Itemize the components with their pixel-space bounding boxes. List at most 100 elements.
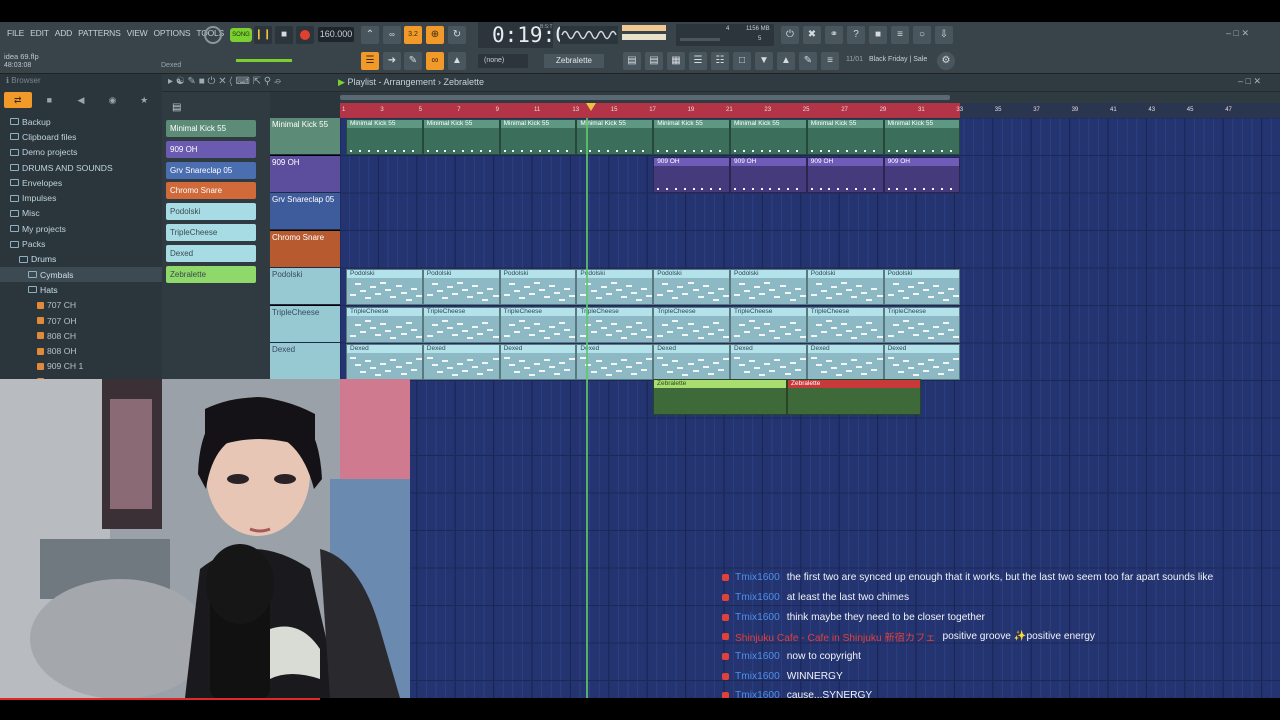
browser-item[interactable]: Impulses [0, 190, 162, 205]
hint-text[interactable]: Black Friday | Sale [869, 56, 927, 63]
channel-button[interactable]: Zebralette [166, 265, 256, 283]
pattern-clip[interactable]: Minimal Kick 55 [653, 119, 730, 155]
channel-button[interactable]: Podolski [166, 203, 256, 221]
pattern-clip[interactable]: Podolski [499, 269, 577, 305]
menu-item-patterns[interactable]: PATTERNS [75, 28, 123, 38]
browser-tab-project-icon[interactable]: ■ [36, 92, 64, 108]
news-icon[interactable]: ⚙ [937, 52, 955, 70]
pattern-clip[interactable]: Dexed [653, 344, 730, 380]
pattern-clip-zebralette[interactable]: Zebralette [787, 378, 921, 415]
menu-item-add[interactable]: ADD [52, 28, 75, 38]
blend-notes-button[interactable]: ⊕ [426, 26, 444, 44]
channel-button[interactable]: Chromo Snare [166, 182, 256, 200]
tools-button[interactable]: ✖ [803, 26, 821, 44]
pattern-none-select[interactable]: (none) [478, 54, 528, 68]
play-button[interactable]: ❙❙ [254, 26, 272, 44]
pattern-clip[interactable]: TripleCheese [346, 306, 423, 343]
pattern-clip[interactable]: Minimal Kick 55 [806, 119, 884, 155]
pattern-select[interactable]: Zebralette [544, 54, 604, 68]
playlist-icon[interactable]: ▤ [623, 52, 641, 70]
channel-button[interactable]: Dexed [166, 244, 256, 262]
browser-tab-favorites-icon[interactable]: ★ [130, 92, 158, 108]
playhead-marker[interactable] [586, 103, 596, 111]
browser-item[interactable]: Envelopes [0, 175, 162, 190]
download-icon[interactable]: ⇩ [935, 26, 953, 44]
browser-item[interactable]: 707 CH [0, 298, 162, 313]
track-header[interactable]: Podolski [270, 268, 340, 305]
link-icon[interactable]: ∞ [426, 52, 444, 70]
pattern-clip[interactable]: 909 OH [806, 156, 884, 193]
browser-item[interactable]: Demo projects [0, 145, 162, 160]
metronome-button[interactable]: ⌃ [361, 26, 379, 44]
pattern-clip[interactable]: TripleCheese [730, 306, 807, 343]
browser-item[interactable]: Misc [0, 206, 162, 221]
timeline-ruler[interactable]: 1 3 5 7 9 11 13 15 17 19 21 23 25 27 29 31 33 35 37 39 41 43 4… [340, 103, 1280, 118]
menu-item-edit[interactable]: EDIT [27, 28, 52, 38]
browser-item[interactable]: 909 CH 1 [0, 359, 162, 374]
song-mode-toggle[interactable]: SONG [230, 28, 252, 42]
mixer-view-icon[interactable]: ☰ [689, 52, 707, 70]
help-icon[interactable]: ? [847, 26, 865, 44]
pattern-clip[interactable]: TripleCheese [883, 306, 961, 343]
master-pitch-slider[interactable] [236, 59, 292, 62]
browser-item[interactable]: Backup [0, 114, 162, 129]
browser-item[interactable]: 707 OH [0, 313, 162, 328]
pattern-clip[interactable]: TripleCheese [806, 306, 884, 343]
playlist-window-controls[interactable]: – □ ✕ [1238, 76, 1261, 87]
save-icon[interactable]: ■ [869, 26, 887, 44]
pattern-clip[interactable]: TripleCheese [499, 306, 577, 343]
pattern-clip[interactable]: Minimal Kick 55 [346, 119, 423, 155]
pencil-icon[interactable]: ✎ [404, 52, 422, 70]
browser-item[interactable]: Clipboard files [0, 129, 162, 144]
playlist-tools[interactable]: ▸ ☯ ✎ ■ ⏻ ✕ 〈 ⌨ ⇱ ⚲ ⌮ [168, 76, 281, 87]
plugin-picker-icon[interactable]: □ [733, 52, 751, 70]
pattern-clip[interactable]: 909 OH [883, 156, 961, 193]
menu-item-file[interactable]: FILE [4, 28, 27, 38]
track-header[interactable]: Dexed [270, 343, 340, 380]
browser-item[interactable]: Packs [0, 236, 162, 251]
pattern-clip[interactable]: Dexed [883, 344, 961, 380]
pattern-clip[interactable]: Dexed [730, 344, 807, 380]
browser-view-icon[interactable]: ☷ [711, 52, 729, 70]
stamp-icon[interactable]: ▲ [448, 52, 466, 70]
pattern-clip[interactable]: Podolski [653, 269, 730, 305]
piano-icon[interactable]: ▤ [172, 102, 181, 113]
browser-item[interactable]: DRUMS AND SOUNDS [0, 160, 162, 175]
loop-record-button[interactable]: ↻ [448, 26, 466, 44]
wait-for-input-button[interactable]: ∞ [383, 26, 401, 44]
horizontal-scroll[interactable] [340, 92, 1280, 103]
mixer-icon[interactable]: ≡ [891, 26, 909, 44]
step-edit-button[interactable]: ➜ [383, 52, 401, 70]
pattern-clip[interactable]: Podolski [806, 269, 884, 305]
online-button[interactable]: ⏻ [781, 26, 799, 44]
pattern-clip[interactable]: Minimal Kick 55 [499, 119, 577, 155]
browser-item[interactable]: My projects [0, 221, 162, 236]
pattern-clip[interactable]: 909 OH [730, 156, 807, 193]
pattern-clip[interactable]: Dexed [499, 344, 577, 380]
pattern-clip[interactable]: Minimal Kick 55 [730, 119, 807, 155]
mic-icon[interactable]: ⚭ [825, 26, 843, 44]
plugin-db-icon[interactable]: ▼ [755, 52, 773, 70]
pattern-clip[interactable]: Dexed [346, 344, 423, 380]
pattern-clip[interactable]: 909 OH [653, 156, 730, 193]
pattern-clip[interactable]: Podolski [422, 269, 500, 305]
browser-tab-speaker-icon[interactable]: ◀ [67, 92, 95, 108]
pattern-clip[interactable]: Dexed [422, 344, 500, 380]
pattern-clip[interactable]: TripleCheese [653, 306, 730, 343]
browser-item[interactable]: 808 CH [0, 328, 162, 343]
touch-keyboard-icon[interactable]: ▲ [777, 52, 795, 70]
record-button[interactable] [296, 26, 314, 44]
pattern-clip[interactable]: Dexed [806, 344, 884, 380]
tempo-display[interactable]: 160.000 [318, 27, 354, 42]
pattern-clip[interactable]: TripleCheese [422, 306, 500, 343]
channel-button[interactable]: TripleCheese [166, 224, 256, 241]
browser-item[interactable]: Drums [0, 252, 162, 267]
track-header[interactable]: TripleCheese [270, 305, 340, 343]
snap-mode-button[interactable]: ☰ [361, 52, 379, 70]
browser-item[interactable]: Cymbals [0, 266, 162, 283]
browser-item[interactable]: Hats [0, 282, 162, 297]
track-header[interactable]: Minimal Kick 55 [270, 118, 340, 155]
trim-icon[interactable]: ✎ [799, 52, 817, 70]
hint-icon[interactable]: ≡ [821, 52, 839, 70]
channel-button[interactable]: 909 OH [166, 140, 256, 158]
